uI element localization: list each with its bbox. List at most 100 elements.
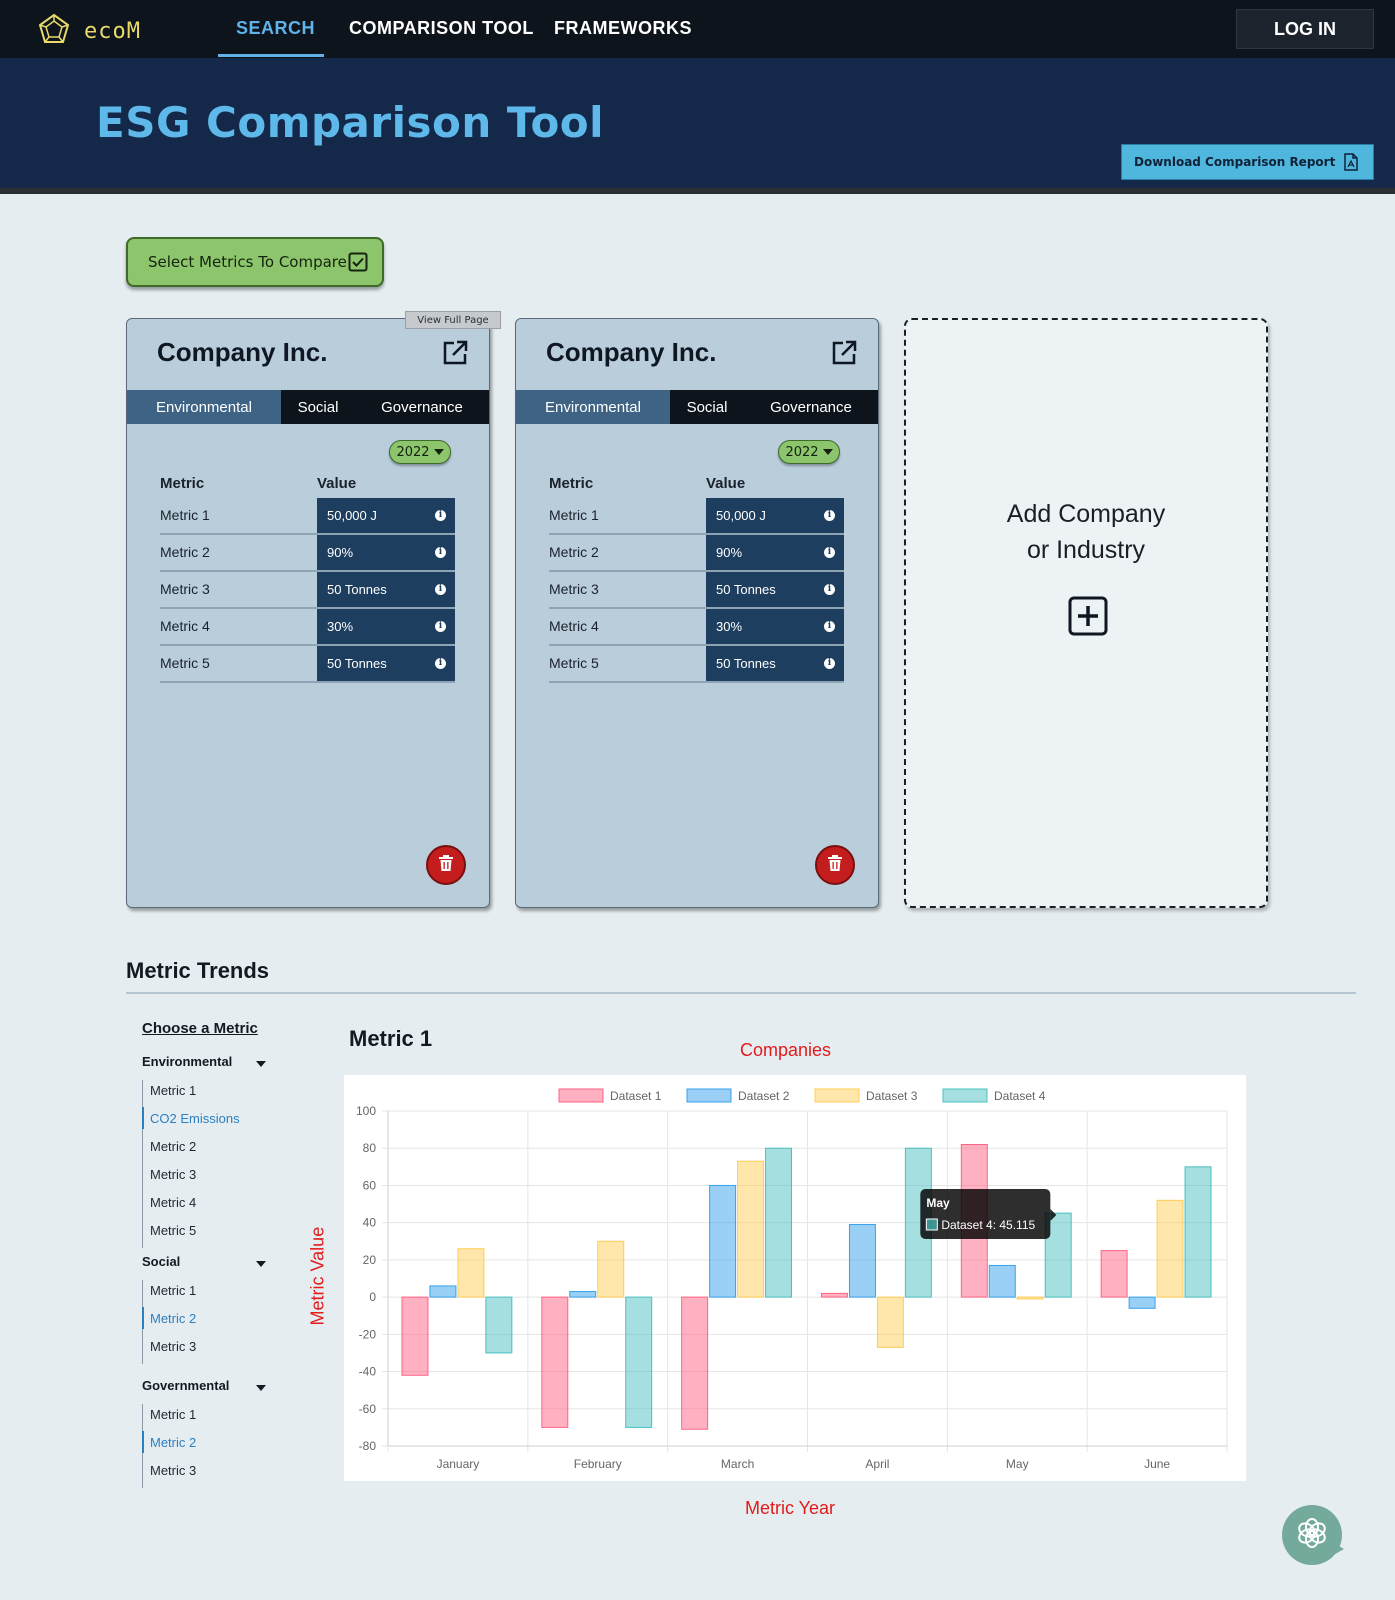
bar — [401, 1296, 429, 1376]
metric-value-cell: 50 Tonnes i — [317, 572, 455, 607]
logo[interactable]: ecoM — [38, 13, 141, 49]
bar — [597, 1240, 625, 1298]
legend-label: Dataset 4 — [994, 1089, 1046, 1103]
info-icon[interactable]: i — [435, 658, 446, 669]
active-nav-underline — [218, 54, 324, 57]
tab-governance[interactable]: Governance — [355, 390, 489, 424]
metric-value: 30% — [327, 619, 354, 634]
nav-link-frameworks[interactable]: FRAMEWORKS — [554, 18, 692, 39]
tooltip-swatch — [925, 1218, 938, 1231]
y-tick-label: -20 — [359, 1327, 377, 1341]
info-icon[interactable]: i — [435, 584, 446, 595]
chevron-down-icon[interactable] — [256, 1261, 266, 1267]
bar — [848, 1224, 876, 1298]
metric-column-header: Metric — [549, 475, 594, 492]
tab-environmental[interactable]: Environmental — [516, 390, 670, 424]
esg-tabs: Environmental Social Governance — [516, 390, 878, 424]
download-report-label: Download Comparison Report — [1134, 155, 1336, 169]
metric-option[interactable]: Metric 5 — [150, 1223, 196, 1238]
info-icon[interactable]: i — [435, 510, 446, 521]
year-value: 2022 — [396, 444, 430, 460]
metric-option[interactable]: Metric 3 — [150, 1167, 196, 1182]
add-company-label: Add Company or Industry — [906, 496, 1266, 568]
bar — [876, 1296, 904, 1348]
select-metrics-button[interactable]: Select Metrics To Compare — [126, 237, 384, 287]
metric-row: Metric 3 50 Tonnes i — [549, 572, 844, 609]
metric-option[interactable]: Metric 1 — [150, 1407, 196, 1422]
metric-option-selected[interactable]: CO2 Emissions — [150, 1111, 240, 1126]
y-tick-label: -40 — [359, 1365, 377, 1379]
y-tick-label: 80 — [363, 1141, 377, 1155]
bar — [1184, 1166, 1212, 1298]
metric-option-selected[interactable]: Metric 2 — [150, 1311, 196, 1326]
delete-company-button[interactable] — [815, 845, 855, 885]
metric-name: Metric 5 — [160, 655, 210, 671]
tab-social[interactable]: Social — [281, 390, 355, 424]
download-report-button[interactable]: Download Comparison Report — [1121, 144, 1374, 180]
pentagon-logo-icon — [38, 13, 70, 49]
group-governmental[interactable]: Governmental — [142, 1378, 229, 1393]
tab-environmental[interactable]: Environmental — [127, 390, 281, 424]
info-icon[interactable]: i — [824, 621, 835, 632]
metric-option[interactable]: Metric 1 — [150, 1083, 196, 1098]
group-social[interactable]: Social — [142, 1254, 180, 1269]
logo-text: ecoM — [84, 18, 141, 44]
bar — [765, 1147, 793, 1298]
group-environmental[interactable]: Environmental — [142, 1054, 232, 1069]
legend-swatch — [558, 1088, 604, 1103]
tab-governance[interactable]: Governance — [744, 390, 878, 424]
company-name: Company Inc. — [546, 337, 717, 367]
info-icon[interactable]: i — [824, 658, 835, 669]
info-icon[interactable]: i — [824, 547, 835, 558]
delete-company-button[interactable] — [426, 845, 466, 885]
metric-value-cell: 90% i — [706, 535, 844, 570]
login-button[interactable]: LOG IN — [1236, 9, 1374, 49]
legend-swatch — [686, 1088, 732, 1103]
metric-row: Metric 5 50 Tonnes i — [160, 646, 455, 683]
info-icon[interactable]: i — [435, 547, 446, 558]
year-dropdown[interactable]: 2022 — [778, 440, 840, 464]
info-icon[interactable]: i — [824, 584, 835, 595]
plus-square-icon[interactable] — [1068, 596, 1108, 640]
legend-label: Dataset 3 — [866, 1089, 918, 1103]
metric-option[interactable]: Metric 2 — [150, 1139, 196, 1154]
x-tick-label: June — [1144, 1457, 1170, 1471]
metric-option[interactable]: Metric 1 — [150, 1283, 196, 1298]
metric-value-cell: 50 Tonnes i — [706, 572, 844, 607]
checkbox-icon — [348, 252, 368, 276]
chat-bubble-tail — [1330, 1541, 1344, 1557]
metric-value: 50 Tonnes — [327, 582, 387, 597]
chevron-down-icon[interactable] — [256, 1061, 266, 1067]
metric-row: Metric 5 50 Tonnes i — [549, 646, 844, 683]
metric-option[interactable]: Metric 3 — [150, 1339, 196, 1354]
chart-heading: Metric 1 — [349, 1026, 433, 1051]
chatbot-icon — [1295, 1516, 1329, 1554]
chevron-down-icon[interactable] — [256, 1385, 266, 1391]
metric-option[interactable]: Metric 3 — [150, 1463, 196, 1478]
external-link-icon[interactable] — [830, 339, 858, 371]
nav-link-comparison-tool[interactable]: COMPARISON TOOL — [349, 18, 534, 39]
choose-metric-heading: Choose a Metric — [142, 1020, 258, 1037]
metric-option[interactable]: Metric 4 — [150, 1195, 196, 1210]
metric-value: 50 Tonnes — [716, 582, 776, 597]
nav-link-search[interactable]: SEARCH — [236, 18, 315, 39]
metric-option-selected[interactable]: Metric 2 — [150, 1435, 196, 1450]
x-tick-label: March — [721, 1457, 754, 1471]
add-company-card[interactable]: Add Company or Industry — [904, 318, 1268, 908]
external-link-icon[interactable] — [441, 339, 469, 371]
bar — [625, 1296, 653, 1428]
info-icon[interactable]: i — [435, 621, 446, 632]
y-tick-label: -80 — [359, 1439, 377, 1453]
y-tick-label: 40 — [363, 1216, 377, 1230]
metric-row: Metric 2 90% i — [549, 535, 844, 572]
tab-social[interactable]: Social — [670, 390, 744, 424]
metric-value: 50 Tonnes — [716, 656, 776, 671]
bar-chart[interactable]: 100 80 60 40 20 0 -20 -40 -60 -80 January February M… — [344, 1075, 1246, 1481]
metric-value: 50,000 J — [327, 508, 377, 523]
select-metrics-label: Select Metrics To Compare — [148, 253, 347, 271]
year-dropdown[interactable]: 2022 — [389, 440, 451, 464]
company-name: Company Inc. — [157, 337, 328, 367]
year-value: 2022 — [785, 444, 819, 460]
group-line — [142, 1080, 143, 1248]
info-icon[interactable]: i — [824, 510, 835, 521]
